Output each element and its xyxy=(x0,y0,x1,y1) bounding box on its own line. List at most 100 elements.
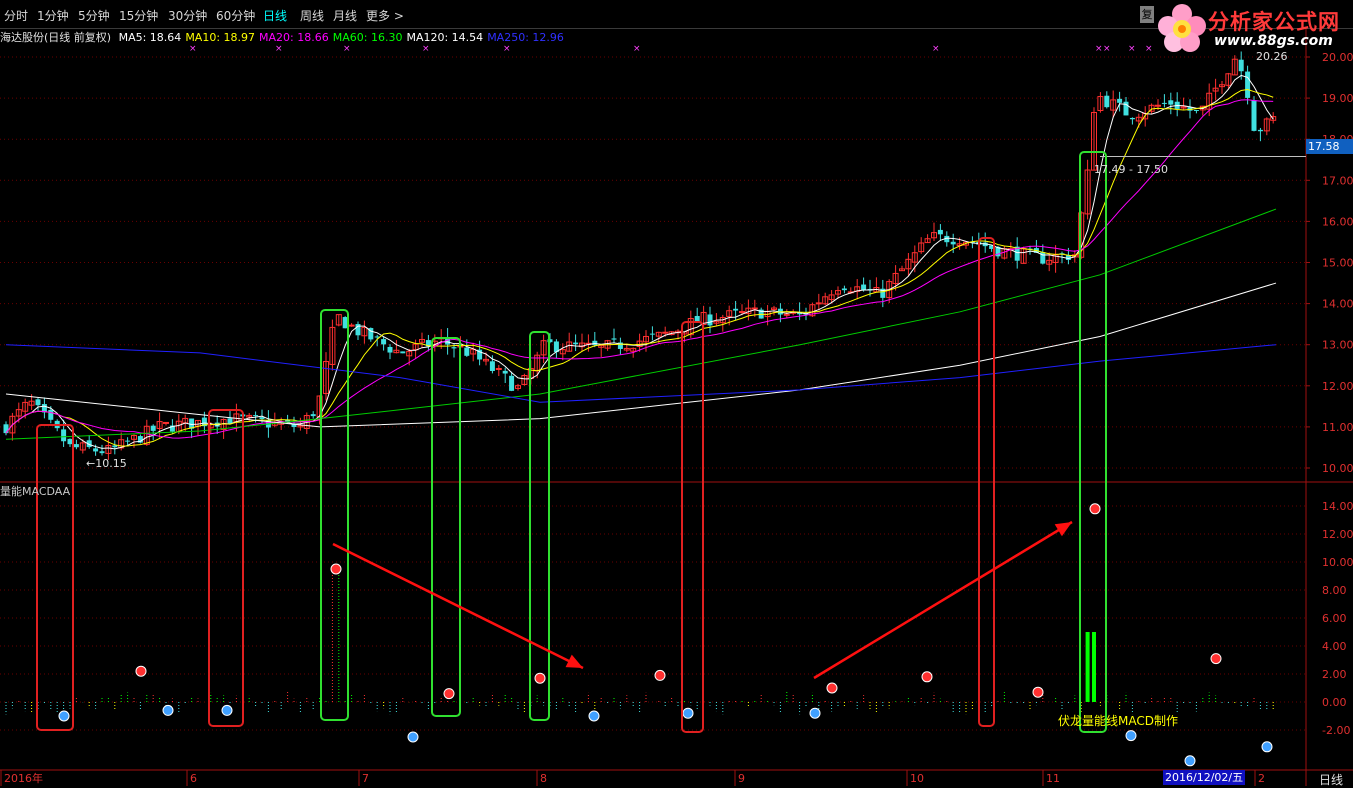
signal-ball-icon xyxy=(330,563,342,575)
down-trend-arrow xyxy=(332,542,584,670)
candle-body xyxy=(48,409,54,420)
signal-ball-icon xyxy=(809,707,821,719)
x-tick-label: 7 xyxy=(362,772,369,785)
candle-body xyxy=(400,351,406,354)
candle-body xyxy=(1257,129,1263,132)
candle-body xyxy=(1161,102,1167,104)
candle-body xyxy=(99,451,105,454)
candle-body xyxy=(3,424,9,434)
candle-body xyxy=(649,333,655,335)
price-tick-label: 12.00 xyxy=(1322,380,1353,393)
signal-ball-icon xyxy=(58,710,70,722)
candle-body xyxy=(841,288,847,291)
signal-ball-icon xyxy=(1261,741,1273,753)
signal-ball-icon xyxy=(221,704,233,716)
period-tab-3[interactable]: 15分钟 xyxy=(119,7,158,24)
main-chart[interactable]: 20.0019.0018.0017.0016.0015.0014.0013.00… xyxy=(0,0,1353,786)
signal-marker: × xyxy=(343,44,351,54)
up-trend-arrow xyxy=(813,520,1073,680)
signal-marker: × xyxy=(1128,44,1136,54)
ma10-line xyxy=(5,89,1274,447)
period-tab-9[interactable]: 更多 > xyxy=(366,7,404,24)
indicator-tick-label: 8.00 xyxy=(1322,584,1347,597)
price-tick-label: 19.00 xyxy=(1322,92,1353,105)
period-tab-6[interactable]: 日线 xyxy=(263,7,287,24)
period-indicator: 日线 xyxy=(1319,773,1344,787)
candle-body xyxy=(387,346,393,353)
highlight-box xyxy=(36,424,74,731)
site-logo: 分析家公式网 www.88gs.com xyxy=(1152,0,1352,56)
candle-body xyxy=(739,311,745,314)
highlight-box xyxy=(431,337,461,717)
ma-legend-item-0: MA5: 18.64 xyxy=(118,31,182,44)
signal-ball-icon xyxy=(654,669,666,681)
candle-body xyxy=(464,347,470,356)
x-tick-label: 8 xyxy=(540,772,547,785)
up-trend-arrow-head xyxy=(1054,522,1072,537)
period-tab-2[interactable]: 5分钟 xyxy=(78,7,110,24)
candle-body xyxy=(1238,59,1244,72)
indicator-tick-label: 14.00 xyxy=(1322,500,1353,513)
period-tab-7[interactable]: 周线 xyxy=(300,7,324,24)
ma-legend-item-1: MA10: 18.97 xyxy=(185,31,256,44)
candle-body xyxy=(937,229,943,235)
candle-body xyxy=(310,414,316,417)
ma-legend-item-5: MA250: 12.96 xyxy=(487,31,564,44)
highlight-box xyxy=(681,321,704,733)
candle-body xyxy=(1193,110,1199,112)
highlight-box xyxy=(208,409,244,727)
signal-ball-icon xyxy=(407,731,419,743)
indicator-tick-label: 2.00 xyxy=(1322,668,1347,681)
ma-legend-item-2: MA20: 18.66 xyxy=(259,31,329,44)
candle-body xyxy=(1117,98,1123,103)
price-tick-label: 17.00 xyxy=(1322,174,1353,187)
indicator-bar xyxy=(1085,632,1090,702)
candle-body xyxy=(1129,117,1135,120)
period-tab-5[interactable]: 60分钟 xyxy=(216,7,255,24)
candle-body xyxy=(489,361,495,372)
indicator-tick-label: 12.00 xyxy=(1322,528,1353,541)
candle-body xyxy=(451,347,457,349)
signal-ball-icon xyxy=(135,665,147,677)
signal-marker: × xyxy=(1095,44,1103,54)
x-tick-label: 6 xyxy=(190,772,197,785)
signal-ball-icon xyxy=(682,707,694,719)
signal-ball-icon xyxy=(826,682,838,694)
ma20-line xyxy=(5,99,1274,439)
period-tab-4[interactable]: 30分钟 xyxy=(168,7,207,24)
signal-marker: × xyxy=(189,44,197,54)
flower-icon xyxy=(1158,4,1206,52)
period-tab-8[interactable]: 月线 xyxy=(333,7,357,24)
candle-body xyxy=(348,324,355,327)
signal-ball-icon xyxy=(1184,755,1196,767)
candle-body xyxy=(950,241,956,245)
logo-url: www.88gs.com xyxy=(1214,33,1333,49)
signal-ball-icon xyxy=(1210,653,1222,665)
period-tab-1[interactable]: 1分钟 xyxy=(37,7,69,24)
period-tab-0[interactable]: 分时 xyxy=(4,7,28,24)
price-tick-label: 16.00 xyxy=(1322,215,1353,228)
signal-ball-icon xyxy=(1089,503,1101,515)
candle-body xyxy=(73,444,79,448)
signal-ball-icon xyxy=(588,710,600,722)
indicator-tick-label: 10.00 xyxy=(1322,556,1353,569)
candle-body xyxy=(253,415,259,417)
ma-legend-item-4: MA120: 14.54 xyxy=(406,31,484,44)
candle-body xyxy=(1104,95,1110,108)
candle-body xyxy=(495,367,502,370)
ma-legend: 海达股份(日线 前复权) MA5: 18.64 MA10: 18.97 MA20: … xyxy=(0,29,572,45)
ma250-line xyxy=(5,344,1277,403)
signal-ball-icon xyxy=(921,671,933,683)
candle-body xyxy=(125,440,131,442)
candle-body xyxy=(751,307,758,310)
signal-marker: × xyxy=(503,44,511,54)
signal-marker: × xyxy=(932,44,940,54)
x-tick-label: 10 xyxy=(910,772,924,785)
signal-ball-icon xyxy=(1032,686,1044,698)
candle-body xyxy=(662,331,669,334)
price-tick-label: 14.00 xyxy=(1322,298,1353,311)
candle-body xyxy=(150,425,156,431)
current-price-tag: 17.58 xyxy=(1306,139,1353,154)
candle-body xyxy=(1251,100,1257,131)
signal-marker: × xyxy=(275,44,283,54)
